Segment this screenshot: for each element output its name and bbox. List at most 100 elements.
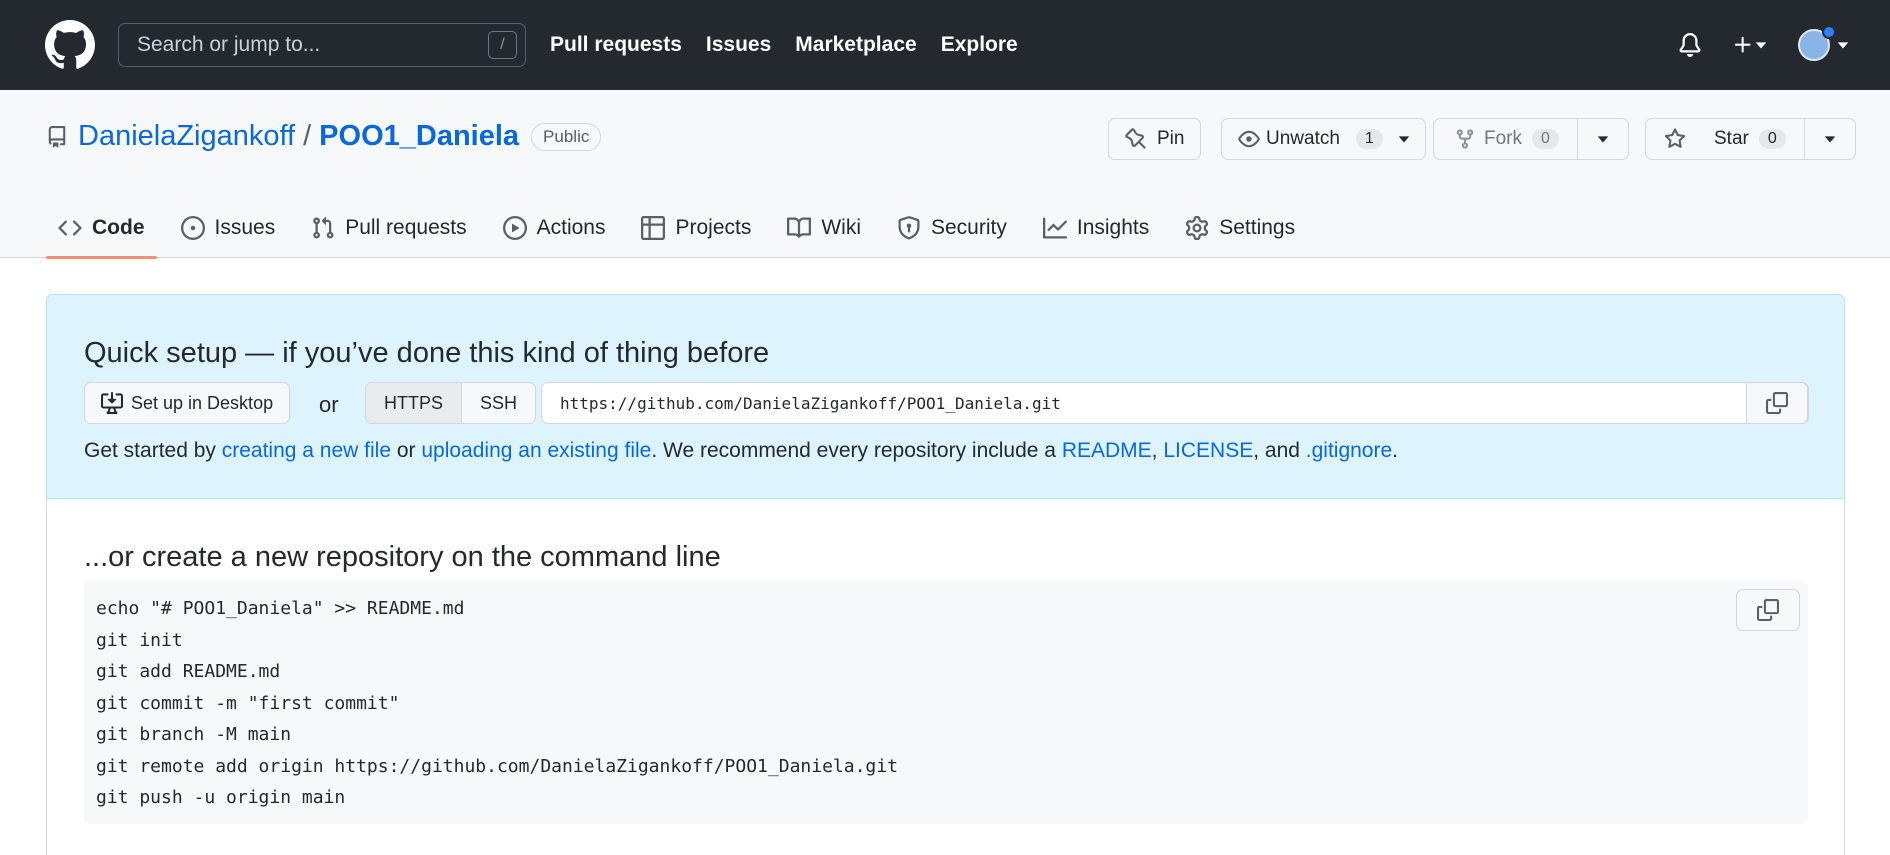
repo-name-link[interactable]: POO1_Daniela [319, 120, 519, 153]
copy-icon [1766, 392, 1788, 414]
code-line: git init [96, 629, 183, 651]
repo-header: DanielaZigankoff / POO1_Daniela Public P… [0, 90, 1890, 259]
ssh-button[interactable]: SSH [462, 383, 536, 423]
star-dropdown[interactable] [1803, 119, 1855, 159]
setup-desktop-button[interactable]: Set up in Desktop [84, 382, 291, 424]
or-label: or [319, 392, 339, 417]
watch-dropdown[interactable] [1389, 119, 1425, 159]
shield-icon [898, 216, 920, 240]
star-count: 0 [1758, 129, 1786, 149]
copy-url-button[interactable] [1746, 382, 1808, 424]
get-started-text-3: . We recommend every repository include … [651, 439, 1062, 462]
tab-settings[interactable]: Settings [1173, 198, 1307, 258]
watch-count: 1 [1355, 129, 1383, 149]
github-logo-icon[interactable] [45, 20, 95, 70]
unwatch-label: Unwatch [1266, 128, 1340, 149]
tab-projects[interactable]: Projects [629, 198, 763, 258]
repo-title: DanielaZigankoff / POO1_Daniela Public [46, 120, 602, 153]
tab-projects-label: Projects [675, 216, 752, 239]
caret-down-icon [1398, 136, 1410, 143]
create-new-file-link[interactable]: creating a new file [222, 439, 391, 462]
readme-link[interactable]: README [1062, 439, 1152, 462]
tab-security-label: Security [931, 216, 1007, 239]
search-shortcut-key: / [488, 31, 517, 59]
tab-issues-label: Issues [214, 216, 276, 239]
pin-label: Pin [1157, 128, 1185, 149]
watch-button[interactable]: Unwatch 1 [1221, 118, 1426, 160]
code-line: git push -u origin main [96, 787, 346, 808]
eye-icon [1238, 130, 1260, 148]
nav-issues[interactable]: Issues [706, 33, 771, 57]
star-label: Star [1714, 128, 1749, 149]
gitignore-link[interactable]: .gitignore [1306, 439, 1392, 462]
tab-insights-label: Insights [1076, 216, 1150, 239]
header-actions [1678, 0, 1850, 90]
get-started-text-5: , and [1253, 439, 1306, 462]
repo-owner-link[interactable]: DanielaZigankoff [78, 120, 295, 153]
pin-icon [1125, 128, 1146, 149]
notification-dot [1822, 25, 1836, 39]
tab-code[interactable]: Code [46, 198, 157, 259]
tab-pull-requests[interactable]: Pull requests [299, 198, 478, 258]
code-line: git remote add origin https://github.com… [96, 755, 898, 777]
repo-icon [48, 125, 66, 148]
clone-url-input[interactable]: https://github.com/DanielaZigankoff/POO1… [541, 382, 1809, 424]
gear-icon [1186, 216, 1209, 240]
desktop-download-icon [101, 392, 123, 414]
nav-marketplace[interactable]: Marketplace [795, 33, 916, 57]
caret-down-icon [1597, 136, 1609, 143]
nav-pull-requests[interactable]: Pull requests [550, 33, 682, 57]
get-started-text-4: , [1151, 439, 1164, 462]
table-icon [641, 216, 666, 240]
tab-wiki[interactable]: Wiki [775, 198, 873, 258]
command-code-block: echo "# POO1_Daniela" >> README.md git i… [84, 581, 1808, 824]
https-button[interactable]: HTTPS [366, 383, 463, 423]
repo-forked-icon [1456, 129, 1474, 149]
clone-url-value: https://github.com/DanielaZigankoff/POO1… [560, 393, 1061, 413]
tab-issues[interactable]: Issues [169, 198, 288, 258]
fork-dropdown[interactable] [1576, 119, 1628, 159]
code-line: git add README.md [96, 661, 281, 682]
copy-icon [1757, 599, 1779, 621]
get-started-text: Get started by creating a new file or up… [84, 439, 1398, 463]
notifications-bell-icon[interactable] [1678, 33, 1702, 57]
avatar [1798, 25, 1836, 61]
copy-commands-button[interactable] [1736, 589, 1800, 631]
plus-icon [1734, 36, 1751, 53]
tab-pull-requests-label: Pull requests [345, 216, 467, 239]
tab-actions[interactable]: Actions [491, 198, 618, 258]
code-line: git commit -m "first commit" [96, 692, 400, 714]
get-started-text-6: . [1392, 439, 1398, 462]
caret-down-icon [1755, 42, 1767, 49]
search-input[interactable]: Search or jump to... / [118, 23, 526, 67]
upload-existing-file-link[interactable]: uploading an existing file [421, 439, 651, 462]
nav-explore[interactable]: Explore [941, 33, 1018, 57]
license-link[interactable]: LICENSE [1163, 439, 1253, 462]
tab-code-label: Code [92, 216, 145, 239]
caret-down-icon [1837, 42, 1849, 49]
quick-setup-panel: Quick setup — if you’ve done this kind o… [46, 294, 1845, 499]
quick-setup-title: Quick setup — if you’ve done this kind o… [84, 337, 770, 369]
code-icon [58, 220, 82, 236]
command-line-title: ...or create a new repository on the com… [84, 541, 721, 573]
issue-icon [180, 216, 205, 240]
repo-tabs: Code Issues Pull requests Actions Projec… [46, 198, 1319, 259]
tab-settings-label: Settings [1219, 216, 1296, 239]
star-button[interactable]: Star 0 [1645, 118, 1856, 160]
create-new-button[interactable] [1732, 34, 1768, 56]
pin-button[interactable]: Pin [1108, 118, 1202, 160]
setup-desktop-label: Set up in Desktop [131, 392, 274, 413]
tab-security[interactable]: Security [885, 198, 1019, 258]
fork-label: Fork [1484, 128, 1522, 149]
fork-count: 0 [1532, 129, 1559, 149]
tab-insights[interactable]: Insights [1031, 198, 1161, 258]
pull-request-icon [313, 216, 334, 239]
global-nav: Pull requests Issues Marketplace Explore [550, 0, 1018, 90]
get-started-text-1: Get started by [84, 439, 222, 462]
tab-wiki-label: Wiki [821, 216, 861, 239]
fork-button[interactable]: Fork 0 [1433, 118, 1629, 160]
repo-separator: / [303, 120, 312, 152]
user-menu-button[interactable] [1798, 25, 1850, 61]
play-icon [502, 216, 527, 240]
protocol-toggle: HTTPS SSH [365, 382, 537, 424]
